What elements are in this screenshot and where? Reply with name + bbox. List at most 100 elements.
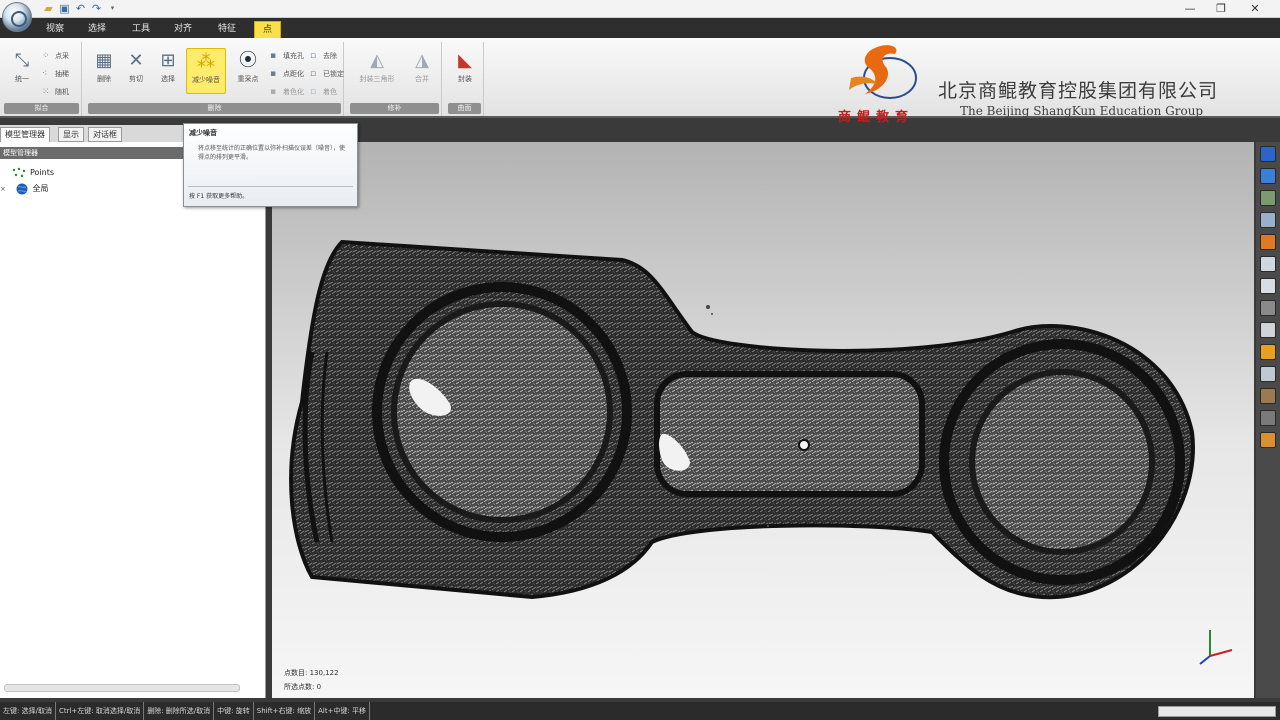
remove-button[interactable]: ▫ 去除 bbox=[310, 50, 337, 63]
ribbon-group-label: 删除 bbox=[88, 103, 341, 114]
color-icon: ▫ bbox=[310, 87, 317, 97]
tab-tools[interactable]: 工具 bbox=[124, 21, 158, 38]
wrap-icon: ◭ bbox=[370, 50, 384, 71]
lock-button[interactable]: ▫ 已锁定 bbox=[310, 68, 344, 81]
ribbon-group-fit: ⤡ 统一 ⁘ 点采 ⁖ 抽稀 ⁙ 随机 拟合 bbox=[2, 42, 82, 116]
rotate-icon[interactable] bbox=[1260, 234, 1276, 250]
status-hint-middle-rotate: 中键: 旋转 bbox=[214, 702, 254, 720]
tree-item-global[interactable]: × 全局 bbox=[0, 182, 49, 196]
view-cube-icon[interactable] bbox=[1260, 146, 1276, 162]
delete-grid-icon: ▦ bbox=[95, 50, 113, 71]
wrap-surface-icon: ◣ bbox=[458, 50, 472, 71]
light-icon[interactable] bbox=[1260, 344, 1276, 360]
minimize-button[interactable]: — bbox=[1175, 1, 1205, 17]
status-progress-box bbox=[1158, 706, 1276, 717]
points-sample-button[interactable]: ⁘ 点采 bbox=[42, 50, 69, 63]
spacing-button[interactable]: ▪ 点距化 bbox=[270, 68, 304, 81]
tree-item-points[interactable]: Points bbox=[6, 166, 54, 180]
tab-features[interactable]: 特征 bbox=[210, 21, 244, 38]
section-icon[interactable] bbox=[1260, 388, 1276, 404]
points-node-icon bbox=[12, 167, 26, 177]
tab-view[interactable]: 视察 bbox=[38, 21, 72, 38]
view-front-icon[interactable] bbox=[1260, 256, 1276, 272]
fill-icon: ▪ bbox=[270, 51, 277, 61]
tooltip-separator bbox=[188, 186, 353, 187]
zoom-icon[interactable] bbox=[1260, 212, 1276, 228]
merge-icon: ◮ bbox=[415, 50, 429, 71]
status-hint-ctrl-click: Ctrl+左键: 取消选择/取消 bbox=[56, 702, 145, 720]
random-icon: ⁙ bbox=[42, 87, 50, 97]
remove-icon: ▫ bbox=[310, 51, 317, 61]
unify-button[interactable]: ⤡ 统一 bbox=[6, 48, 38, 94]
fit-view-icon[interactable] bbox=[1260, 168, 1276, 184]
status-hint-left-click: 左键: 选择/取消 bbox=[0, 702, 56, 720]
maximize-button[interactable]: ❐ bbox=[1206, 1, 1236, 17]
resample-button[interactable]: ⦿ 重采点 bbox=[232, 48, 264, 94]
thin-button[interactable]: ⁖ 抽稀 bbox=[42, 68, 69, 81]
tooltip-description: 将点移至统计的正确位置以弥补扫描仪误差（噪音），使得点的排列更平滑。 bbox=[198, 145, 346, 161]
wrap-surface-button[interactable]: ◣ 封装 bbox=[449, 48, 481, 94]
axes-gizmo-icon bbox=[1199, 630, 1233, 665]
status-hint-delete: 删除: 删除所选/取消 bbox=[144, 702, 215, 720]
shade-icon: ▪ bbox=[270, 87, 277, 97]
ribbon-group-repair: ◭ 封装三角形 ◮ 合并 修补 bbox=[348, 42, 442, 116]
logo-company-name-en: The Beijing ShangKun Education Group bbox=[960, 104, 1204, 118]
app-menu-button[interactable] bbox=[2, 2, 32, 32]
tab-select[interactable]: 选择 bbox=[80, 21, 114, 38]
status-hint-alt-pan: Alt+中键: 平移 bbox=[315, 702, 371, 720]
wrap-button[interactable]: ◭ 封装三角形 bbox=[354, 48, 400, 94]
status-hint-shift-zoom: Shift+右键: 缩放 bbox=[254, 702, 316, 720]
view-side-icon[interactable] bbox=[1260, 300, 1276, 316]
tab-model-manager[interactable]: 模型管理器 bbox=[0, 127, 50, 142]
merge-button[interactable]: ◮ 合并 bbox=[406, 48, 438, 94]
resample-icon: ⦿ bbox=[239, 50, 257, 71]
render-mode-icon[interactable] bbox=[1260, 410, 1276, 426]
tooltip-title: 减少噪音 bbox=[189, 129, 217, 137]
clip-plane-icon[interactable] bbox=[1260, 366, 1276, 382]
delete-grid-button[interactable]: ▦ 删除 bbox=[88, 48, 120, 94]
color-button[interactable]: ▫ 着色 bbox=[310, 86, 337, 99]
tab-points[interactable]: 点 bbox=[254, 21, 282, 38]
save-icon[interactable]: ▣ bbox=[58, 2, 71, 15]
tab-dialog[interactable]: 对话框 bbox=[88, 127, 122, 142]
screenshot-icon[interactable] bbox=[1260, 432, 1276, 448]
selected-count-label: 所选点数: 0 bbox=[284, 683, 322, 691]
ribbon-group-label: 曲面 bbox=[448, 103, 481, 114]
shade-button[interactable]: ▪ 着色化 bbox=[270, 86, 304, 99]
close-button[interactable]: ✕ bbox=[1240, 1, 1270, 17]
unify-icon: ⤡ bbox=[14, 50, 30, 71]
horizontal-scrollbar[interactable] bbox=[4, 684, 240, 692]
thin-icon: ⁖ bbox=[42, 69, 48, 79]
redo-icon[interactable]: ↷ bbox=[90, 2, 103, 15]
lock-icon: ▫ bbox=[310, 69, 317, 79]
connecting-rod-point-cloud bbox=[289, 239, 1195, 600]
point-count-label: 点数目: 130,122 bbox=[284, 669, 339, 677]
spacing-icon: ▪ bbox=[270, 69, 277, 79]
undo-icon[interactable]: ↶ bbox=[74, 2, 87, 15]
reduce-noise-icon: ⁂ bbox=[197, 51, 215, 72]
view-top-icon[interactable] bbox=[1260, 278, 1276, 294]
select-grid-button[interactable]: ⊞ 选择 bbox=[152, 48, 184, 94]
ribbon-group-label: 拟合 bbox=[4, 103, 79, 114]
fill-button[interactable]: ▪ 填充孔 bbox=[270, 50, 304, 63]
collapse-icon[interactable]: × bbox=[0, 182, 6, 196]
logo-subtitle: 商鲲教育 bbox=[838, 110, 915, 125]
tab-display[interactable]: 显示 bbox=[58, 127, 84, 142]
tab-align[interactable]: 对齐 bbox=[166, 21, 200, 38]
cut-button[interactable]: ✕ 剪切 bbox=[120, 48, 152, 94]
tooltip: 减少噪音 将点移至统计的正确位置以弥补扫描仪误差（噪音），使得点的排列更平滑。 … bbox=[183, 123, 358, 207]
model-manager-panel: 模型管理器 Points × 全局 bbox=[0, 142, 266, 698]
dropdown-icon[interactable]: ▾ bbox=[106, 2, 119, 15]
status-bar: 左键: 选择/取消 Ctrl+左键: 取消选择/取消 删除: 删除所选/取消 中键: … bbox=[0, 702, 1280, 720]
tooltip-help: 按 F1 获取更多帮助。 bbox=[189, 193, 249, 200]
folder-icon[interactable]: ▰ bbox=[42, 2, 55, 15]
select-grid-icon: ⊞ bbox=[160, 50, 176, 71]
view-iso-icon[interactable] bbox=[1260, 322, 1276, 338]
cut-icon: ✕ bbox=[128, 50, 144, 71]
ribbon-group-surface: ◣ 封装 曲面 bbox=[446, 42, 484, 116]
globe-icon bbox=[16, 183, 28, 194]
random-button[interactable]: ⁙ 随机 bbox=[42, 86, 69, 99]
zoom-window-icon[interactable] bbox=[1260, 190, 1276, 206]
reduce-noise-button[interactable]: ⁂ 减少噪音 bbox=[186, 48, 226, 94]
3d-viewport[interactable]: 点数目: 130,122 所选点数: 0 bbox=[272, 142, 1254, 698]
